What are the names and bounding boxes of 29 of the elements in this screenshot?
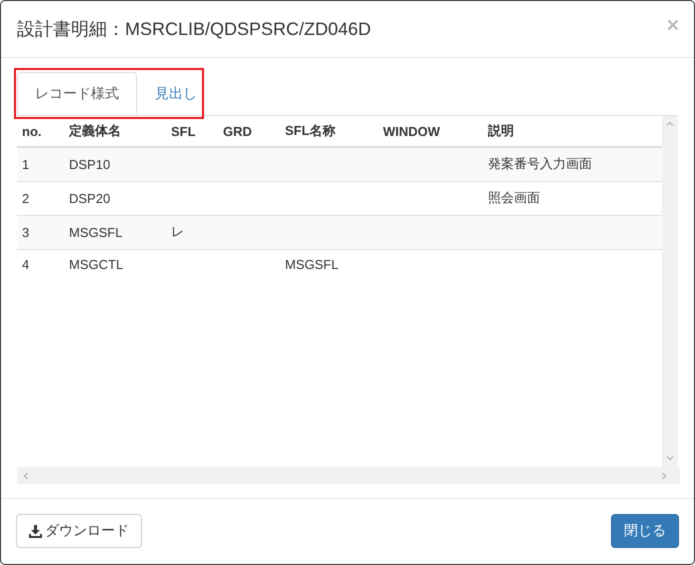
table-cell: 2 bbox=[22, 190, 30, 206]
tab[interactable]: レコード様式 bbox=[17, 72, 137, 115]
table-cell: MSGSFL bbox=[285, 257, 338, 272]
table-cell: 照会画面 bbox=[488, 190, 540, 205]
scroll-right-icon[interactable] bbox=[662, 472, 667, 480]
download-button[interactable]: ダウンロード bbox=[16, 514, 142, 548]
table-cell: 1 bbox=[22, 156, 30, 172]
scroll-down-icon[interactable] bbox=[666, 456, 674, 461]
column-header: 定義体名 bbox=[69, 123, 121, 138]
table-cell: レ bbox=[171, 224, 184, 239]
column-header: SFL名称 bbox=[285, 123, 336, 138]
scroll-left-icon[interactable] bbox=[23, 472, 28, 480]
close-button[interactable]: 閉じる bbox=[611, 514, 679, 548]
column-header: 説明 bbox=[488, 123, 514, 138]
table-cell: 4 bbox=[22, 257, 30, 272]
tab[interactable]: 見出し bbox=[137, 72, 215, 115]
column-header: WINDOW bbox=[383, 124, 440, 138]
table-cell: 3 bbox=[22, 224, 30, 240]
table-cell: MSGCTL bbox=[69, 257, 124, 272]
scroll-up-icon[interactable] bbox=[666, 121, 674, 126]
table-cell: MSGSFL bbox=[69, 224, 122, 240]
column-header: GRD bbox=[223, 124, 252, 138]
table-cell: 発案番号入力画面 bbox=[488, 156, 592, 171]
table-cell: DSP20 bbox=[69, 190, 110, 206]
download-icon bbox=[29, 524, 42, 538]
column-header: no. bbox=[22, 124, 42, 138]
table-cell: DSP10 bbox=[69, 156, 110, 172]
dialog-title: 設計書明細：MSRCLIB/QDSPSRC/ZD046D bbox=[17, 18, 372, 41]
column-header: SFL bbox=[171, 124, 196, 138]
